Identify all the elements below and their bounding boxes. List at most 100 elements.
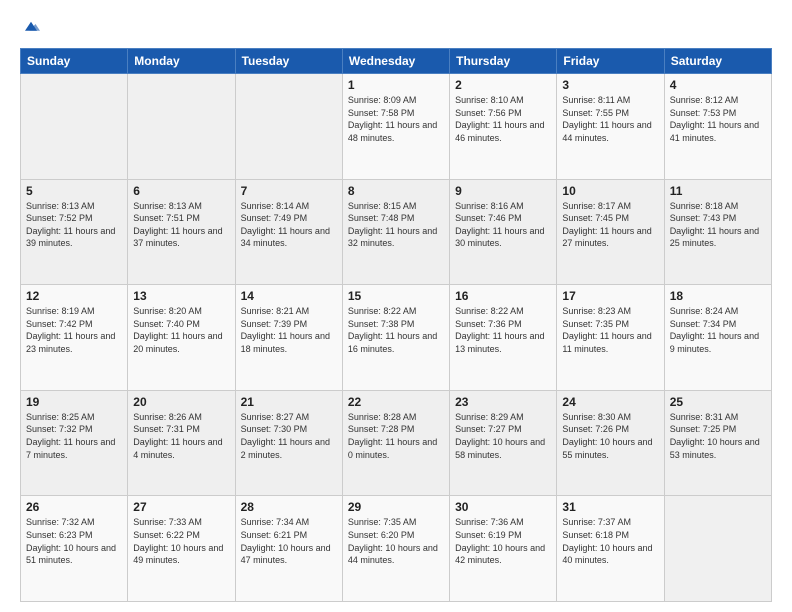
header <box>20 18 772 38</box>
calendar-cell: 13 Sunrise: 8:20 AM Sunset: 7:40 PM Dayli… <box>128 285 235 391</box>
calendar-cell: 2 Sunrise: 8:10 AM Sunset: 7:56 PM Daylig… <box>450 74 557 180</box>
day-number: 17 <box>562 289 658 303</box>
day-info: Sunrise: 8:28 AM Sunset: 7:28 PM Dayligh… <box>348 411 444 461</box>
day-info: Sunrise: 8:12 AM Sunset: 7:53 PM Dayligh… <box>670 94 766 144</box>
calendar-cell: 10 Sunrise: 8:17 AM Sunset: 7:45 PM Dayli… <box>557 179 664 285</box>
day-number: 9 <box>455 184 551 198</box>
week-row-4: 26 Sunrise: 7:32 AM Sunset: 6:23 PM Dayli… <box>21 496 772 602</box>
calendar-cell: 31 Sunrise: 7:37 AM Sunset: 6:18 PM Dayli… <box>557 496 664 602</box>
calendar-cell: 9 Sunrise: 8:16 AM Sunset: 7:46 PM Daylig… <box>450 179 557 285</box>
calendar-cell: 12 Sunrise: 8:19 AM Sunset: 7:42 PM Dayli… <box>21 285 128 391</box>
day-info: Sunrise: 8:29 AM Sunset: 7:27 PM Dayligh… <box>455 411 551 461</box>
week-row-3: 19 Sunrise: 8:25 AM Sunset: 7:32 PM Dayli… <box>21 390 772 496</box>
calendar-cell <box>128 74 235 180</box>
calendar-cell: 30 Sunrise: 7:36 AM Sunset: 6:19 PM Dayli… <box>450 496 557 602</box>
calendar-cell: 23 Sunrise: 8:29 AM Sunset: 7:27 PM Dayli… <box>450 390 557 496</box>
day-info: Sunrise: 8:30 AM Sunset: 7:26 PM Dayligh… <box>562 411 658 461</box>
weekday-header-saturday: Saturday <box>664 49 771 74</box>
day-number: 23 <box>455 395 551 409</box>
day-number: 21 <box>241 395 337 409</box>
calendar-cell: 28 Sunrise: 7:34 AM Sunset: 6:21 PM Dayli… <box>235 496 342 602</box>
calendar-cell: 25 Sunrise: 8:31 AM Sunset: 7:25 PM Dayli… <box>664 390 771 496</box>
day-number: 10 <box>562 184 658 198</box>
day-number: 11 <box>670 184 766 198</box>
calendar-cell: 18Sunrise: 8:24 AM Sunset: 7:34 PM Dayli… <box>664 285 771 391</box>
day-number: 19 <box>26 395 122 409</box>
day-number: 3 <box>562 78 658 92</box>
calendar-cell: 19 Sunrise: 8:25 AM Sunset: 7:32 PM Dayli… <box>21 390 128 496</box>
day-number: 28 <box>241 500 337 514</box>
day-info: Sunrise: 8:13 AM Sunset: 7:52 PM Dayligh… <box>26 200 122 250</box>
day-number: 2 <box>455 78 551 92</box>
day-info: Sunrise: 8:10 AM Sunset: 7:56 PM Dayligh… <box>455 94 551 144</box>
weekday-header-monday: Monday <box>128 49 235 74</box>
calendar-cell <box>235 74 342 180</box>
day-info: Sunrise: 8:25 AM Sunset: 7:32 PM Dayligh… <box>26 411 122 461</box>
day-number: 31 <box>562 500 658 514</box>
day-number: 14 <box>241 289 337 303</box>
day-info: Sunrise: 8:22 AM Sunset: 7:36 PM Dayligh… <box>455 305 551 355</box>
week-row-0: 1Sunrise: 8:09 AM Sunset: 7:58 PM Daylig… <box>21 74 772 180</box>
day-info: Sunrise: 8:17 AM Sunset: 7:45 PM Dayligh… <box>562 200 658 250</box>
day-info: Sunrise: 7:35 AM Sunset: 6:20 PM Dayligh… <box>348 516 444 566</box>
week-row-1: 5 Sunrise: 8:13 AM Sunset: 7:52 PM Daylig… <box>21 179 772 285</box>
calendar-cell: 16 Sunrise: 8:22 AM Sunset: 7:36 PM Dayli… <box>450 285 557 391</box>
day-number: 12 <box>26 289 122 303</box>
day-number: 25 <box>670 395 766 409</box>
day-number: 6 <box>133 184 229 198</box>
day-info: Sunrise: 8:21 AM Sunset: 7:39 PM Dayligh… <box>241 305 337 355</box>
day-number: 26 <box>26 500 122 514</box>
day-info: Sunrise: 8:20 AM Sunset: 7:40 PM Dayligh… <box>133 305 229 355</box>
day-info: Sunrise: 8:26 AM Sunset: 7:31 PM Dayligh… <box>133 411 229 461</box>
day-info: Sunrise: 7:34 AM Sunset: 6:21 PM Dayligh… <box>241 516 337 566</box>
day-info: Sunrise: 7:36 AM Sunset: 6:19 PM Dayligh… <box>455 516 551 566</box>
calendar-cell: 4Sunrise: 8:12 AM Sunset: 7:53 PM Daylig… <box>664 74 771 180</box>
day-number: 24 <box>562 395 658 409</box>
weekday-header-sunday: Sunday <box>21 49 128 74</box>
weekday-header-row: SundayMondayTuesdayWednesdayThursdayFrid… <box>21 49 772 74</box>
page: SundayMondayTuesdayWednesdayThursdayFrid… <box>0 0 792 612</box>
weekday-header-wednesday: Wednesday <box>342 49 449 74</box>
calendar-cell: 15 Sunrise: 8:22 AM Sunset: 7:38 PM Dayli… <box>342 285 449 391</box>
day-number: 13 <box>133 289 229 303</box>
day-number: 30 <box>455 500 551 514</box>
day-number: 15 <box>348 289 444 303</box>
weekday-header-friday: Friday <box>557 49 664 74</box>
weekday-header-tuesday: Tuesday <box>235 49 342 74</box>
day-info: Sunrise: 8:18 AM Sunset: 7:43 PM Dayligh… <box>670 200 766 250</box>
logo-icon <box>22 18 40 36</box>
calendar-cell: 6Sunrise: 8:13 AM Sunset: 7:51 PM Daylig… <box>128 179 235 285</box>
calendar-cell <box>21 74 128 180</box>
calendar-cell: 1Sunrise: 8:09 AM Sunset: 7:58 PM Daylig… <box>342 74 449 180</box>
calendar-cell: 24 Sunrise: 8:30 AM Sunset: 7:26 PM Dayli… <box>557 390 664 496</box>
calendar-cell <box>664 496 771 602</box>
day-number: 27 <box>133 500 229 514</box>
day-info: Sunrise: 8:14 AM Sunset: 7:49 PM Dayligh… <box>241 200 337 250</box>
day-info: Sunrise: 8:16 AM Sunset: 7:46 PM Dayligh… <box>455 200 551 250</box>
day-number: 8 <box>348 184 444 198</box>
day-info: Sunrise: 8:22 AM Sunset: 7:38 PM Dayligh… <box>348 305 444 355</box>
day-number: 16 <box>455 289 551 303</box>
calendar-cell: 11 Sunrise: 8:18 AM Sunset: 7:43 PM Dayli… <box>664 179 771 285</box>
calendar-cell: 20 Sunrise: 8:26 AM Sunset: 7:31 PM Dayli… <box>128 390 235 496</box>
day-info: Sunrise: 8:11 AM Sunset: 7:55 PM Dayligh… <box>562 94 658 144</box>
calendar: SundayMondayTuesdayWednesdayThursdayFrid… <box>20 48 772 602</box>
day-info: Sunrise: 7:37 AM Sunset: 6:18 PM Dayligh… <box>562 516 658 566</box>
calendar-cell: 26 Sunrise: 7:32 AM Sunset: 6:23 PM Dayli… <box>21 496 128 602</box>
day-number: 5 <box>26 184 122 198</box>
day-info: Sunrise: 8:31 AM Sunset: 7:25 PM Dayligh… <box>670 411 766 461</box>
calendar-cell: 5 Sunrise: 8:13 AM Sunset: 7:52 PM Daylig… <box>21 179 128 285</box>
day-info: Sunrise: 8:15 AM Sunset: 7:48 PM Dayligh… <box>348 200 444 250</box>
day-info: Sunrise: 8:19 AM Sunset: 7:42 PM Dayligh… <box>26 305 122 355</box>
calendar-cell: 21 Sunrise: 8:27 AM Sunset: 7:30 PM Dayli… <box>235 390 342 496</box>
day-number: 29 <box>348 500 444 514</box>
calendar-cell: 14 Sunrise: 8:21 AM Sunset: 7:39 PM Dayli… <box>235 285 342 391</box>
week-row-2: 12 Sunrise: 8:19 AM Sunset: 7:42 PM Dayli… <box>21 285 772 391</box>
day-info: Sunrise: 8:23 AM Sunset: 7:35 PM Dayligh… <box>562 305 658 355</box>
weekday-header-thursday: Thursday <box>450 49 557 74</box>
day-number: 20 <box>133 395 229 409</box>
day-info: Sunrise: 7:32 AM Sunset: 6:23 PM Dayligh… <box>26 516 122 566</box>
day-number: 18 <box>670 289 766 303</box>
logo <box>20 18 40 38</box>
day-info: Sunrise: 8:27 AM Sunset: 7:30 PM Dayligh… <box>241 411 337 461</box>
